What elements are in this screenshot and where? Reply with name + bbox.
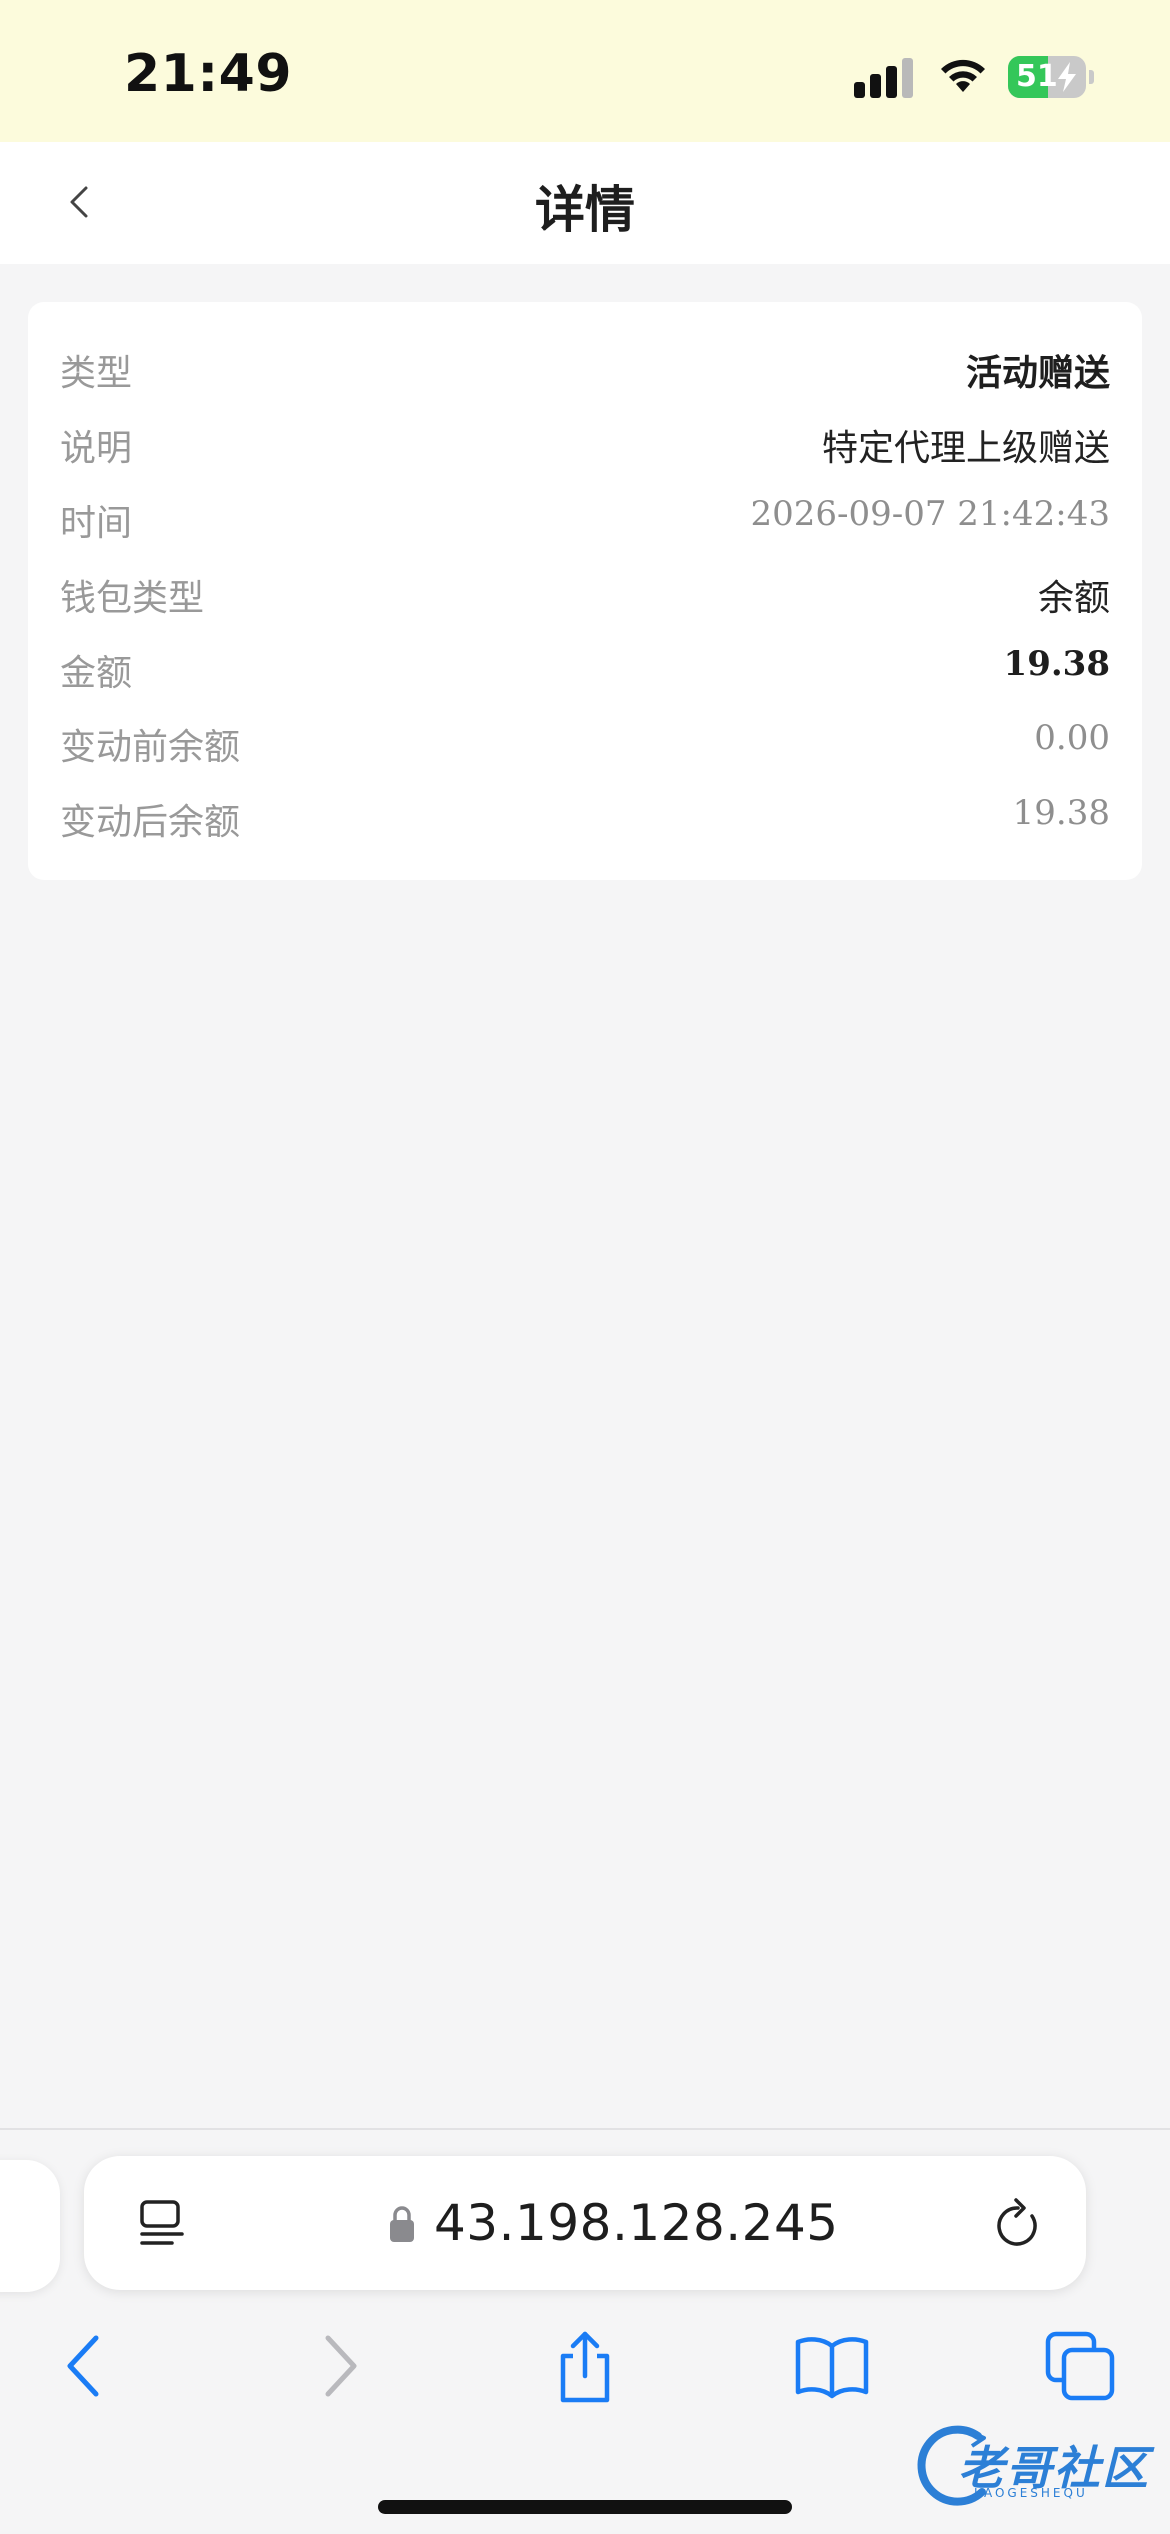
share-button[interactable]: [545, 2326, 625, 2406]
watermark-subtext: LAOGESHEQU: [974, 2486, 1088, 2500]
charging-bolt-icon: [1058, 62, 1076, 92]
detail-row-time: 时间 2026-09-07 21:42:43: [60, 488, 1110, 548]
home-indicator: [378, 2500, 792, 2514]
reader-mode-icon[interactable]: [134, 2196, 190, 2252]
tabs-button[interactable]: [1040, 2326, 1120, 2406]
battery-icon: 51: [1008, 56, 1094, 98]
address-bar[interactable]: 43.198.128.245: [84, 2156, 1086, 2290]
balance-after-value: 19.38: [1012, 793, 1110, 833]
watermark-logo: 老哥社区 LAOGESHEQU: [908, 2420, 1158, 2510]
detail-row-balance-after: 变动后余额 19.38: [60, 787, 1110, 847]
wallet-type-label: 钱包类型: [60, 578, 205, 619]
detail-row-balance-before: 变动前余额 0.00: [60, 712, 1110, 772]
detail-card: 类型 活动赠送 说明 特定代理上级赠送 时间 2026-09-07 21:42:…: [28, 302, 1142, 880]
battery-cap: [1089, 70, 1094, 84]
page-title: 详情: [535, 181, 635, 239]
browser-forward-button[interactable]: [298, 2326, 378, 2406]
type-value: 活动赠送: [965, 353, 1110, 394]
balance-after-label: 变动后余额: [60, 802, 241, 843]
time-label: 时间: [60, 503, 133, 544]
amount-value: 19.38: [1003, 644, 1110, 684]
amount-label: 金额: [60, 653, 133, 694]
lock-icon: [390, 2206, 414, 2242]
type-label: 类型: [60, 353, 133, 394]
browser-back-button[interactable]: [46, 2326, 126, 2406]
previous-tab-preview[interactable]: [0, 2160, 60, 2292]
detail-row-amount: 金额 19.38: [60, 638, 1110, 698]
cellular-signal-icon: [854, 58, 916, 98]
detail-row-description: 说明 特定代理上级赠送: [60, 413, 1110, 473]
balance-before-value: 0.00: [1034, 718, 1110, 758]
bookmarks-button[interactable]: [792, 2326, 872, 2406]
wifi-icon: [937, 56, 989, 96]
time-value: 2026-09-07 21:42:43: [750, 494, 1110, 534]
chevron-left-icon: [67, 2335, 99, 2397]
description-value: 特定代理上级赠送: [821, 428, 1110, 469]
address-text[interactable]: 43.198.128.245: [434, 2194, 839, 2252]
battery-level: 51: [1016, 59, 1058, 94]
battery-body: 51: [1008, 56, 1086, 98]
tabs-icon: [1045, 2331, 1115, 2401]
reload-icon[interactable]: [988, 2194, 1048, 2254]
detail-row-type: 类型 活动赠送: [60, 338, 1110, 398]
book-icon: [795, 2337, 869, 2399]
balance-before-label: 变动前余额: [60, 727, 241, 768]
status-time: 21:49: [124, 44, 293, 104]
detail-row-wallet-type: 钱包类型 余额: [60, 563, 1110, 623]
wallet-type-value: 余额: [1037, 578, 1110, 619]
chevron-right-icon: [325, 2335, 357, 2397]
nav-bar: 详情: [0, 142, 1170, 264]
share-icon: [560, 2331, 610, 2403]
status-bar: 21:49 51: [0, 0, 1170, 142]
description-label: 说明: [60, 428, 133, 469]
